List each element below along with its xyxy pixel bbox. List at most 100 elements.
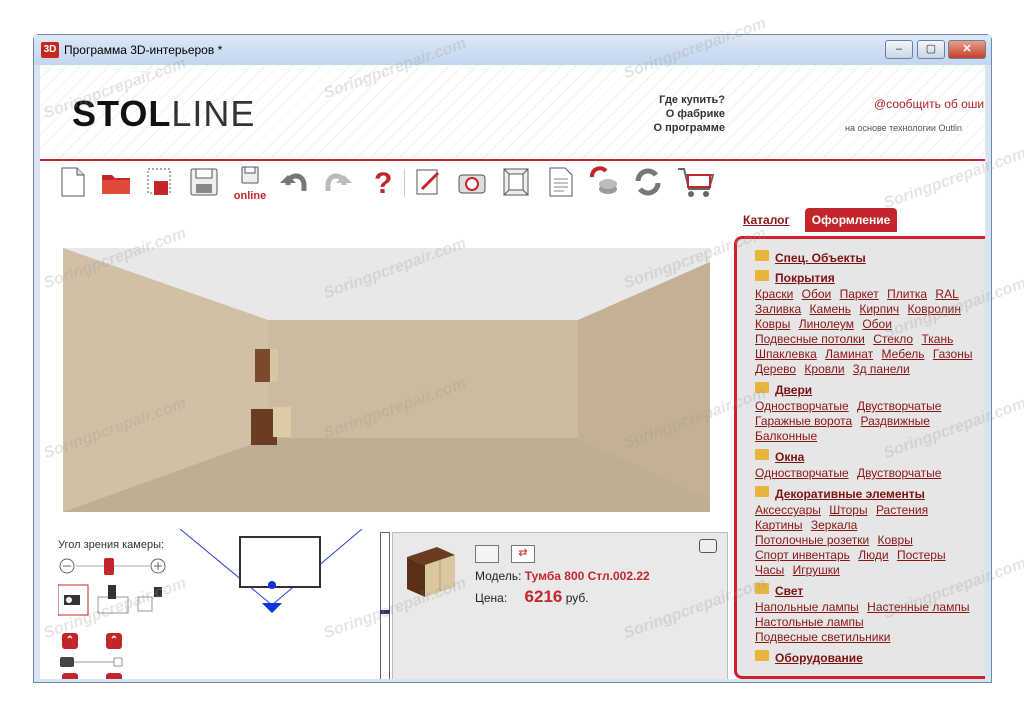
category-link[interactable]: Линолеум [799,317,854,331]
calculate-cost-icon[interactable] [588,165,620,199]
title-bar[interactable]: 3D Программа 3D-интерьеров * – ▢ ✕ [34,35,991,65]
category-link[interactable]: Одностворчатые [755,466,849,480]
report-error-link[interactable]: @сообщить об оши [874,97,984,111]
document-icon[interactable] [544,165,576,199]
category-link[interactable]: Раздвижные [861,414,930,428]
save-as-icon[interactable] [144,165,176,199]
category-link[interactable]: Кровли [804,362,844,376]
category-link[interactable]: Плитка [887,287,927,301]
category-link[interactable]: Мебель [882,347,925,361]
category-link[interactable]: Ковролин [908,302,961,316]
category-title[interactable]: Окна [775,450,804,464]
category-link[interactable]: 3д панели [853,362,910,376]
redo-icon[interactable] [322,165,354,199]
save-icon[interactable] [188,165,220,199]
where-to-buy-link[interactable]: Где купить? [653,93,725,107]
category-header[interactable]: Спец. Объекты [755,249,985,265]
category-link[interactable]: Люди [858,548,888,562]
category-link[interactable]: Картины [755,518,803,532]
tab-catalog[interactable]: Каталог [743,213,790,227]
category-title[interactable]: Двери [775,383,812,397]
product-info-panel: ⇄ Модель: Тумба 800 Стл.002.22 Цена: 621… [392,532,728,679]
list-view-icon[interactable] [475,545,499,563]
category-link[interactable]: Подвесные светильники [755,630,890,644]
edit-plan-icon[interactable] [412,165,444,199]
refresh-icon[interactable] [632,165,664,199]
category-link[interactable]: Часы [755,563,784,577]
category-title[interactable]: Покрытия [775,271,835,285]
category-title[interactable]: Свет [775,584,803,598]
3d-room-icon[interactable] [500,165,532,199]
category-link[interactable]: Заливка [755,302,801,316]
category-link[interactable]: Постеры [897,548,946,562]
category-link[interactable]: Напольные лампы [755,600,859,614]
category-block: Спец. Объекты [755,249,985,265]
category-link[interactable]: Двустворчатые [857,399,941,413]
category-link[interactable]: Гаражные ворота [755,414,852,428]
header: STOLLINE Где купить? О фабрике О програм… [40,65,985,159]
about-program-link[interactable]: О программе [653,121,725,135]
zoom-slider[interactable] [380,532,390,679]
category-link[interactable]: Настольные лампы [755,615,864,629]
category-header[interactable]: Оборудование [755,649,985,665]
category-link[interactable]: Краски [755,287,793,301]
category-link[interactable]: Газоны [933,347,973,361]
camera-modes[interactable] [58,583,178,619]
maximize-button[interactable]: ▢ [917,40,945,59]
category-link[interactable]: Кирпич [859,302,899,316]
undo-icon[interactable] [278,165,310,199]
category-link[interactable]: Аксессуары [755,503,821,517]
new-file-icon[interactable] [56,165,88,199]
move-down-button[interactable]: ⌄ [62,673,78,679]
camera-angle-slider[interactable] [58,555,170,577]
tilt-down-button[interactable]: ⌄ [106,673,122,679]
category-title[interactable]: Декоративные элементы [775,487,925,501]
category-link[interactable]: Растения [876,503,928,517]
category-link[interactable]: RAL [935,287,958,301]
help-icon[interactable]: ? [366,165,398,199]
category-link[interactable]: Балконные [755,429,817,443]
category-link[interactable]: Ковры [755,317,790,331]
category-link[interactable]: Ламинат [825,347,873,361]
category-link[interactable]: Подвесные потолки [755,332,865,346]
close-button[interactable]: ✕ [948,40,986,59]
category-title[interactable]: Спец. Объекты [775,251,866,265]
category-header[interactable]: Двери [755,381,985,397]
category-link[interactable]: Шторы [829,503,867,517]
about-factory-link[interactable]: О фабрике [653,107,725,121]
category-link[interactable]: Ткань [921,332,953,346]
category-header[interactable]: Покрытия [755,269,985,285]
category-link[interactable]: Камень [810,302,851,316]
category-link[interactable]: Одностворчатые [755,399,849,413]
category-link[interactable]: Паркет [840,287,879,301]
camera-snapshot-icon[interactable] [456,165,488,199]
category-link[interactable]: Зеркала [811,518,857,532]
category-link[interactable]: Игрушки [793,563,840,577]
shopping-cart-icon[interactable] [676,165,714,199]
category-link[interactable]: Обои [802,287,832,301]
save-online-button[interactable]: online [232,165,268,202]
category-link[interactable]: Обои [862,317,892,331]
open-folder-icon[interactable] [100,165,132,199]
swap-icon[interactable]: ⇄ [511,545,535,563]
category-header[interactable]: Свет [755,582,985,598]
category-title[interactable]: Оборудование [775,651,863,665]
category-link[interactable]: Стекло [873,332,913,346]
category-link[interactable]: Дерево [755,362,796,376]
category-header[interactable]: Окна [755,448,985,464]
maximize-panel-icon[interactable] [699,539,717,553]
category-link[interactable]: Ковры [878,533,913,547]
tab-design[interactable]: Оформление [805,208,897,232]
move-up-button[interactable]: ⌃ [62,633,78,649]
category-link[interactable]: Спорт инвентарь [755,548,850,562]
category-header[interactable]: Декоративные элементы [755,485,985,501]
category-link[interactable]: Двустворчатые [857,466,941,480]
tilt-up-button[interactable]: ⌃ [106,633,122,649]
category-link[interactable]: Настенные лампы [867,600,969,614]
category-link[interactable]: Потолочные розетки [755,533,869,547]
room-minimap[interactable] [180,529,370,651]
3d-viewport[interactable] [63,248,710,512]
category-link[interactable]: Шпаклевка [755,347,817,361]
minimize-button[interactable]: – [885,40,913,59]
camera-height-slider[interactable] [60,654,124,670]
